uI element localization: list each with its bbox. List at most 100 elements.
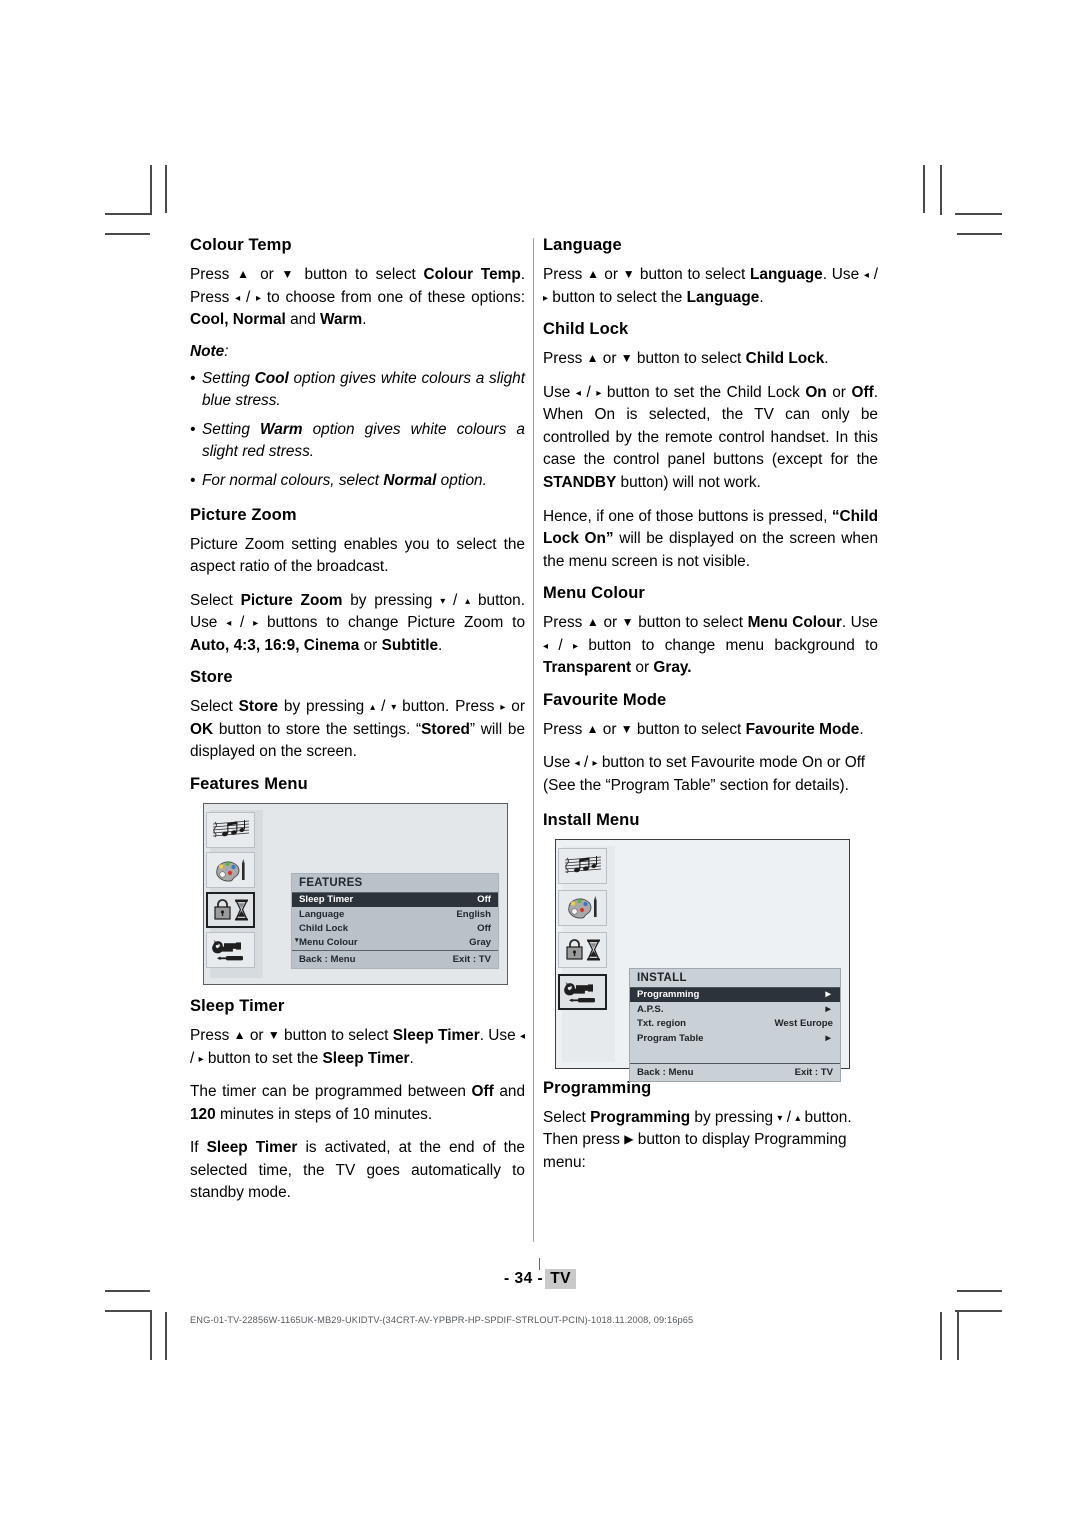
osd-row-child-lock[interactable]: Child Lock Off <box>292 922 498 936</box>
note-item: Setting Warm option gives white colours … <box>190 419 525 463</box>
text-run: or <box>598 350 621 368</box>
osd-row-programming[interactable]: Programming ► <box>630 987 840 1003</box>
term-language: Language <box>686 288 760 306</box>
osd-row-aps[interactable]: A.P.S. ► <box>630 1002 840 1017</box>
text-run: button to select <box>635 266 751 283</box>
term-ok: OK <box>190 720 214 738</box>
osd-row-sleep-timer[interactable]: Sleep Timer Off <box>292 893 498 908</box>
sound-notes-icon-glyph <box>564 855 601 873</box>
osd-row-label: Program Table <box>637 1033 704 1045</box>
text-run: / <box>782 1108 796 1126</box>
text-run: or <box>826 383 852 401</box>
text-run: Use <box>543 383 576 401</box>
text-run: button to select <box>279 1027 393 1045</box>
install-tools-icon <box>206 932 255 969</box>
note-word: Note <box>190 342 225 360</box>
down-arrow-icon: ▼ <box>281 267 297 281</box>
term-child-lock: Child Lock <box>745 350 825 368</box>
column-divider <box>533 238 534 1242</box>
term-programming: Programming <box>590 1108 691 1126</box>
osd-row-label: A.P.S. <box>637 1003 664 1015</box>
text-run: button to select <box>632 350 746 368</box>
text-run: button to select <box>632 720 746 738</box>
text-run: button to change menu background to <box>578 636 878 654</box>
picture-palette-icon <box>558 889 607 926</box>
footer-tick-mark <box>539 1258 540 1270</box>
osd-row-label: Txt. region <box>637 1018 687 1030</box>
text-run: The timer can be programmed between <box>190 1083 472 1101</box>
text-run: or <box>631 659 654 677</box>
text-run: by pressing <box>342 591 441 609</box>
term-menu-colour: Menu Colour <box>747 614 842 632</box>
osd-screenshot-features: FEATURES Sleep Timer Off Language Englis… <box>203 803 508 986</box>
term-stored: Stored <box>421 720 470 738</box>
text-run: by pressing <box>690 1108 778 1126</box>
osd-row-language[interactable]: Language English <box>292 907 498 921</box>
left-arrow-icon: ◂ <box>519 1031 525 1043</box>
term-sleep-timer: Sleep Timer <box>392 1027 480 1045</box>
osd-footer-back: Back : Menu <box>637 1066 694 1078</box>
osd-row-menu-colour[interactable]: ▾ Menu Colour Gray <box>292 936 498 952</box>
text-run: / <box>548 636 573 654</box>
left-column: Colour Temp Press ▲ or ▼ button to selec… <box>190 236 525 1216</box>
text-run: button to set the Child Lock <box>601 383 806 401</box>
paragraph-menu-colour: Press ▲ or ▼ button to select Menu Colou… <box>543 612 878 680</box>
term-subtitle: Subtitle <box>381 636 439 654</box>
text-run: . <box>759 288 764 306</box>
text-run: / <box>231 614 254 632</box>
text-run: Hence, if one of those buttons is presse… <box>543 507 832 525</box>
text-run: Select <box>190 698 239 716</box>
picture-palette-icon-glyph <box>567 896 597 919</box>
osd-footer-exit: Exit : TV <box>452 954 491 966</box>
osd-row-label: Menu Colour <box>299 937 358 949</box>
text-run: button to select <box>296 266 424 283</box>
term-colour-temp: Colour Temp <box>423 266 521 283</box>
page-number: - 34 - TV <box>0 1269 1080 1289</box>
osd-footer-exit: Exit : TV <box>794 1066 833 1078</box>
heading-language: Language <box>543 236 622 254</box>
text-run: . <box>438 636 443 654</box>
up-arrow-icon: ▲ <box>586 721 599 736</box>
up-arrow-icon: ▲ <box>587 267 600 281</box>
down-arrow-icon: ▼ <box>622 267 636 281</box>
text-run: or <box>359 636 382 654</box>
osd-install-panel: INSTALL Programming ► A.P.S. ► Txt. regi… <box>629 967 841 1082</box>
down-arrow-icon: ▼ <box>620 351 633 366</box>
osd-row-txt-region[interactable]: Txt. region West Europe <box>630 1017 840 1032</box>
osd-row-label: Programming <box>637 988 700 1000</box>
text-run: Press <box>543 720 587 738</box>
osd-row-value: Off <box>477 922 491 934</box>
text-run: button. Press <box>396 698 501 716</box>
term-off: Off <box>851 383 874 401</box>
heading-favourite-mode: Favourite Mode <box>543 690 667 709</box>
osd-install-footer: Back : Menu Exit : TV <box>630 1062 840 1081</box>
text-run: button) will not work. <box>616 473 761 491</box>
sound-notes-icon <box>206 812 255 849</box>
heading-install-menu: Install Menu <box>543 810 640 829</box>
file-datestamp: 18.11.2008, 09:16 <box>601 1315 678 1325</box>
text-run: or <box>598 720 621 738</box>
text-run: Press <box>543 266 588 283</box>
down-arrow-icon: ▼ <box>620 721 633 736</box>
term-warm: Warm <box>260 421 303 439</box>
osd-features-footer: Back : Menu Exit : TV <box>292 951 498 968</box>
paragraph-colour-temp: Press ▲ or ▼ button to select Colour Tem… <box>190 264 525 332</box>
submenu-arrow-icon: ► <box>823 988 834 1000</box>
text-run: . Use <box>822 266 864 283</box>
osd-row-program-table[interactable]: Program Table ► <box>630 1032 840 1047</box>
down-arrow-icon: ▼ <box>621 615 634 630</box>
text-run: Use <box>543 754 575 772</box>
paragraph-favourite-mode-1: Press ▲ or ▼ button to select Favourite … <box>543 719 878 742</box>
features-lock-hourglass-icon <box>558 931 607 968</box>
term-transparent: Transparent <box>543 659 632 677</box>
term-picture-zoom: Picture Zoom <box>240 591 343 609</box>
paragraph-picture-zoom-2: Select Picture Zoom by pressing ▾ / ▴ bu… <box>190 590 525 658</box>
paragraph-sleep-timer-2: The timer can be programmed between Off … <box>190 1081 525 1126</box>
up-arrow-icon: ▲ <box>237 267 253 281</box>
text-run: / <box>579 754 593 772</box>
paragraph-child-lock-1: Press ▲ or ▼ button to select Child Lock… <box>543 348 878 371</box>
up-arrow-icon: ▲ <box>586 615 599 630</box>
osd-footer-back: Back : Menu <box>299 954 356 966</box>
osd-row-label: Sleep Timer <box>299 894 354 906</box>
text-run: / <box>868 266 878 283</box>
